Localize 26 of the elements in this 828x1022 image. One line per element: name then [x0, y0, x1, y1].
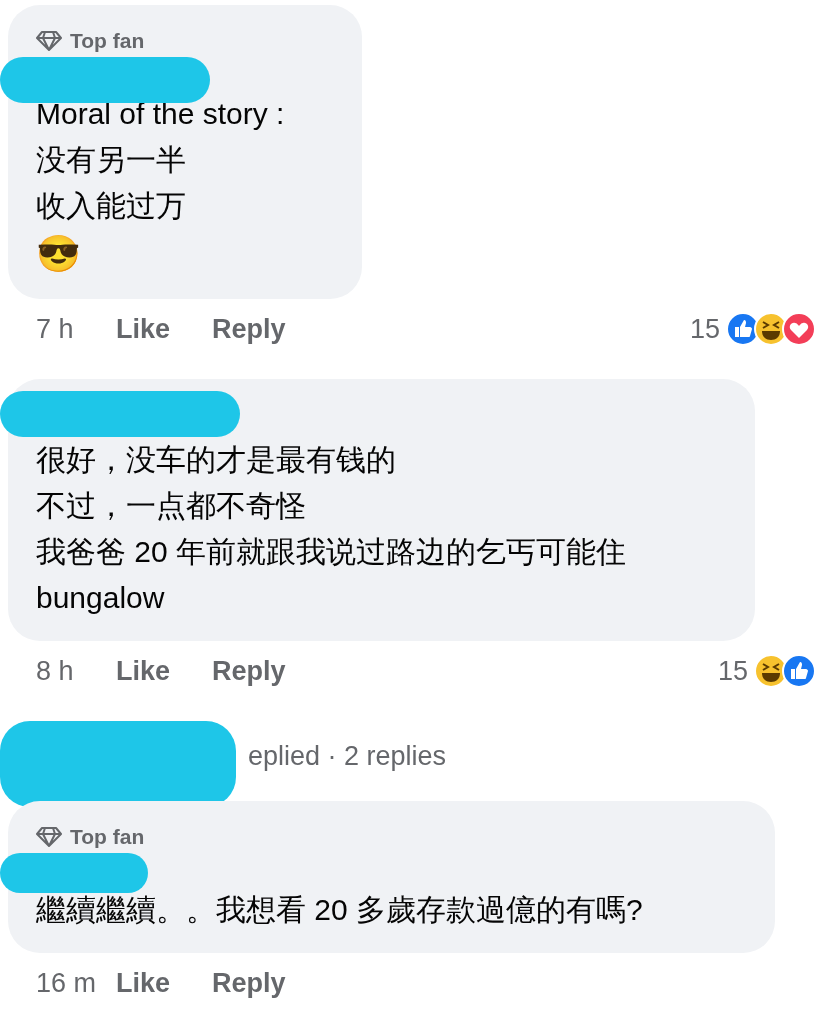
diamond-icon: [36, 30, 62, 52]
comment-text: 很好，没车的才是最有钱的: [36, 442, 397, 478]
reaction-count[interactable]: 15: [717, 655, 748, 687]
reply-link[interactable]: Reply: [212, 967, 286, 999]
comment-text: bungalow: [36, 580, 166, 616]
comment-text: 不过，一点都不奇怪: [36, 488, 307, 524]
top-fan-label: Top fan: [70, 825, 145, 849]
timestamp: 7 h: [36, 313, 75, 345]
reply-link[interactable]: Reply: [212, 313, 286, 345]
top-fan-label: Top fan: [70, 29, 145, 53]
reaction-count[interactable]: 15: [689, 313, 720, 345]
like-icon: [782, 654, 816, 688]
reply-link[interactable]: Reply: [212, 655, 286, 687]
like-link[interactable]: Like: [116, 313, 171, 345]
timestamp: 16 m: [36, 967, 98, 999]
diamond-icon: [36, 826, 62, 848]
like-link[interactable]: Like: [116, 655, 171, 687]
comment-text: 没有另一半: [36, 142, 187, 178]
comment-text: 繼續繼續。。我想看 20 多歲存款過億的有嗎?: [36, 892, 644, 928]
comment-text: 我爸爸 20 年前就跟我说过路边的乞丐可能住: [36, 534, 628, 570]
emoji: 😎: [36, 232, 82, 277]
replies-link[interactable]: eplied · 2 replies: [248, 740, 447, 772]
comment-text: 收入能过万: [36, 188, 187, 224]
comment-text: Moral of the story :: [36, 96, 286, 132]
like-link[interactable]: Like: [116, 967, 171, 999]
timestamp: 8 h: [36, 655, 75, 687]
